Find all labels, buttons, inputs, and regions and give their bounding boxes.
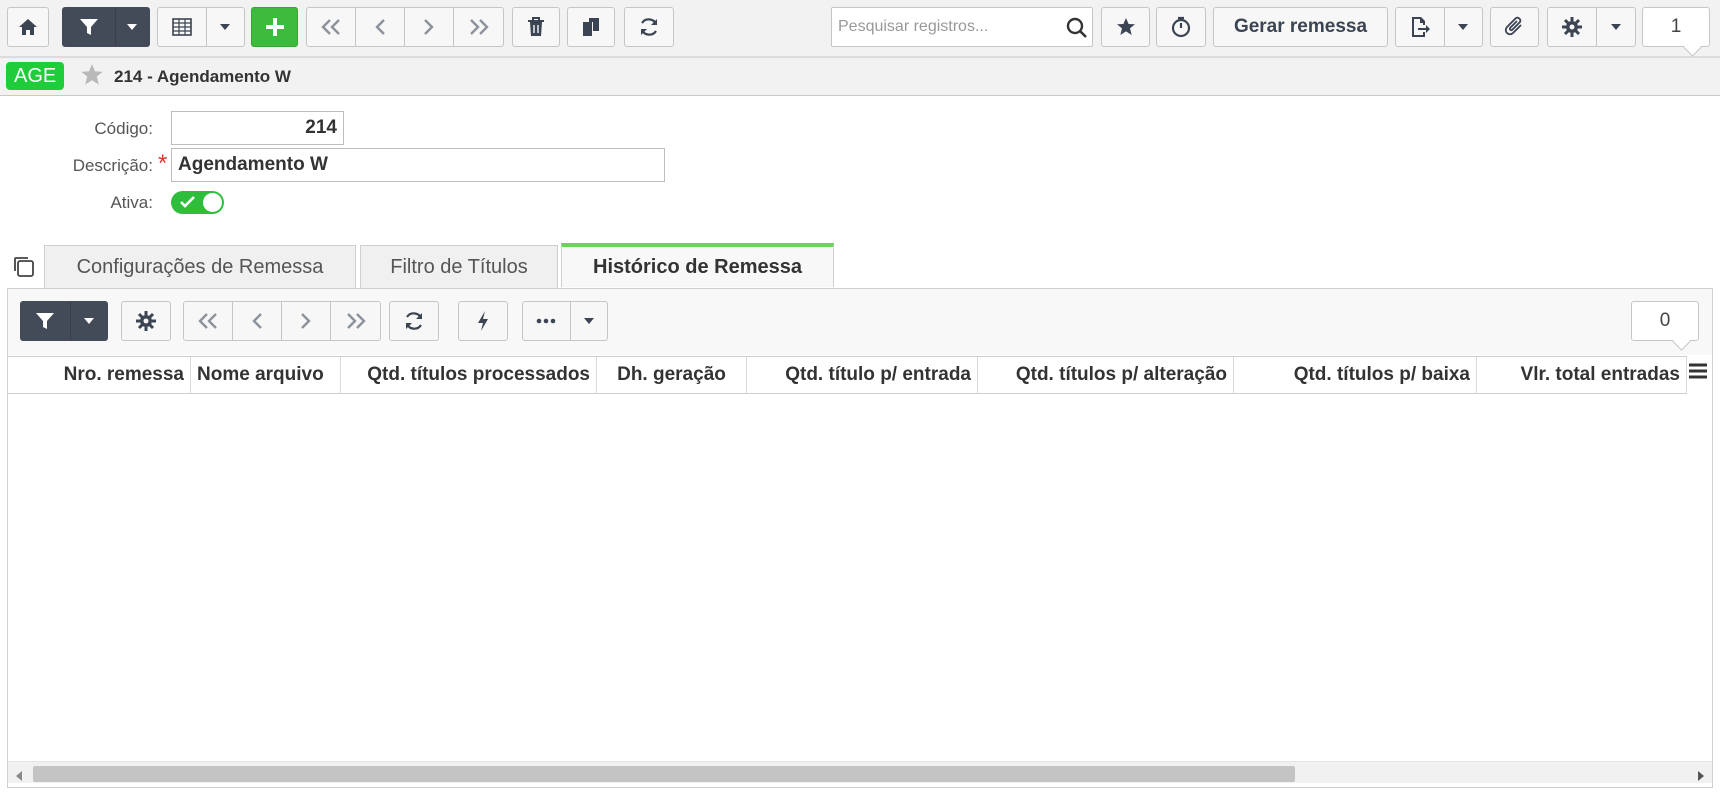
historico-panel: 0 Nro. remessa Nome arquivo Qtd. títulos… [7,288,1713,788]
chevron-left-icon [252,313,262,329]
star-icon [1116,18,1135,35]
grid-previous-button[interactable] [233,302,282,340]
stopwatch-icon [1171,16,1191,38]
chevron-right-icon [424,19,434,35]
grid-more-button[interactable] [522,301,608,341]
view-dropdown-icon[interactable] [207,8,244,46]
settings-button[interactable] [1547,7,1636,47]
double-chevron-left-icon [198,313,217,329]
grid-actions-button[interactable] [458,301,508,341]
screen-badge: AGE [6,62,65,90]
export-dropdown-icon[interactable] [1445,8,1482,46]
grid-filter-dropdown-icon[interactable] [69,302,107,340]
grid-navigation [183,301,381,341]
last-record-button[interactable] [454,8,503,46]
column-header[interactable]: Vlr. total entradas [1477,357,1687,393]
scrollbar-thumb[interactable] [33,766,1295,782]
chevron-left-icon [375,19,385,35]
codigo-field[interactable]: 214 [171,111,344,145]
grid-last-button[interactable] [331,302,380,340]
grid-header: Nro. remessa Nome arquivo Qtd. títulos p… [8,356,1687,394]
column-header[interactable]: Dh. geração [597,357,747,393]
favorites-button[interactable] [1101,7,1150,47]
previous-record-button[interactable] [356,8,405,46]
scroll-right-icon[interactable] [1698,768,1704,786]
filter-icon [63,8,115,46]
grid-filter-button[interactable] [20,301,108,341]
toggle-knob [203,193,222,212]
double-chevron-right-icon [346,313,366,329]
chevron-right-icon [301,313,311,329]
scroll-left-icon[interactable] [16,768,22,786]
grid-first-button[interactable] [184,302,233,340]
filter-dropdown-icon[interactable] [114,8,149,46]
search-input[interactable] [832,8,1057,46]
plus-icon [265,18,284,36]
next-record-button[interactable] [405,8,454,46]
attachments-button[interactable] [1490,7,1539,47]
double-chevron-right-icon [469,19,489,35]
delete-button[interactable] [512,7,560,47]
settings-dropdown-icon[interactable] [1597,8,1635,46]
refresh-button[interactable] [624,7,674,47]
column-header[interactable]: Nro. remessa [8,357,191,393]
title-bar: AGE 214 - Agendamento W [0,58,1720,96]
column-header[interactable]: Qtd. títulos p/ baixa [1234,357,1477,393]
timer-button[interactable] [1156,7,1206,47]
descricao-field[interactable]: Agendamento W [171,148,665,182]
column-header[interactable]: Qtd. títulos processados [341,357,597,393]
record-count: 1 [1642,7,1710,47]
duplicate-button[interactable] [567,7,615,47]
grid-settings-button[interactable] [121,301,171,341]
required-asterisk: * [158,150,168,177]
favorite-star-icon[interactable] [80,63,104,92]
grid-view-button[interactable] [157,7,245,47]
filter-icon [21,302,70,340]
search-box [831,7,1093,47]
grid-refresh-button[interactable] [389,301,439,341]
home-button[interactable] [7,7,49,47]
column-header[interactable]: Qtd. título p/ entrada [747,357,978,393]
grid-record-count: 0 [1631,301,1699,341]
first-record-button[interactable] [307,8,356,46]
column-header[interactable]: Nome arquivo [191,357,341,393]
column-menu-icon[interactable] [1688,362,1708,385]
tabs-menu-icon[interactable] [12,255,36,284]
ativa-label: Ativa: [110,193,153,212]
column-header[interactable]: Qtd. títulos p/ alteração [978,357,1234,393]
grid-more-dropdown-icon[interactable] [571,302,607,340]
export-icon [1396,8,1445,46]
descricao-label: Descrição: [72,156,153,175]
add-button[interactable] [251,7,298,47]
search-icon[interactable] [1066,17,1088,44]
main-toolbar: Gerar remessa 1 [0,0,1720,58]
trash-icon [528,17,544,36]
tab-historico-remessa[interactable]: Histórico de Remessa [561,243,834,287]
gear-icon [136,311,156,331]
ellipsis-icon [523,302,571,340]
record-navigation [306,7,504,47]
grid-next-button[interactable] [282,302,331,340]
tab-configuracoes-remessa[interactable]: Configurações de Remessa [44,245,356,288]
filter-button[interactable] [62,7,150,47]
refresh-icon [641,18,657,36]
paperclip-icon [1504,16,1522,36]
gerar-remessa-button[interactable]: Gerar remessa [1213,7,1388,47]
table-icon [158,8,207,46]
codigo-label: Código: [94,119,153,138]
page-title: 214 - Agendamento W [114,67,291,86]
refresh-icon [406,312,422,330]
tab-filtro-titulos[interactable]: Filtro de Títulos [360,245,558,288]
copy-icon [583,18,599,36]
gear-icon [1548,8,1597,46]
lightning-icon [478,311,488,331]
horizontal-scrollbar[interactable] [8,761,1712,783]
checkmark-icon [180,195,195,214]
export-button[interactable] [1395,7,1483,47]
double-chevron-left-icon [321,19,340,35]
grid-toolbar: 0 [8,289,1712,355]
home-icon [19,19,37,35]
ativa-toggle[interactable] [171,191,224,214]
